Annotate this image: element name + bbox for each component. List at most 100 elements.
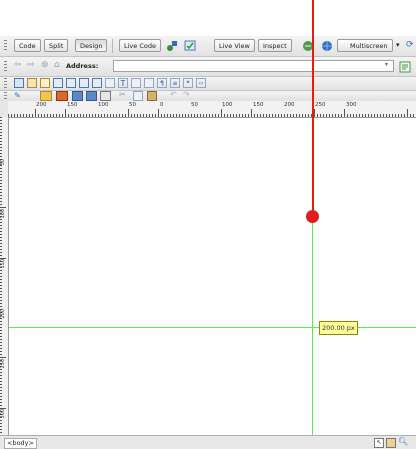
- toolbar-grip[interactable]: [4, 92, 7, 100]
- design-view-button[interactable]: Design: [75, 39, 108, 52]
- hand-tool-icon[interactable]: [386, 438, 396, 448]
- live-view-button[interactable]: Live View: [214, 39, 255, 52]
- check-page-icon[interactable]: [184, 40, 196, 52]
- table-icon[interactable]: [53, 78, 63, 88]
- ruler-tick: [0, 297, 2, 298]
- save-all-icon[interactable]: [86, 91, 97, 101]
- ruler-tick: [206, 114, 207, 117]
- ruler-tick: [0, 174, 2, 175]
- ruler-tick: [0, 171, 2, 172]
- tag-selector-body[interactable]: <body>: [4, 438, 37, 449]
- new-document-icon[interactable]: ✎: [14, 91, 21, 100]
- ruler-tick: [0, 207, 6, 208]
- ruler-tick: [68, 114, 69, 117]
- toolbar-grip[interactable]: [4, 61, 7, 72]
- chevron-down-icon[interactable]: ▾: [396, 41, 400, 49]
- ruler-tick: [242, 114, 243, 117]
- ruler-tick: [161, 114, 162, 117]
- ruler-tick: [50, 114, 51, 117]
- design-view-canvas[interactable]: [9, 118, 416, 435]
- div-icon[interactable]: [79, 78, 89, 88]
- back-arrow-icon[interactable]: ⇦: [14, 60, 22, 70]
- stop-icon[interactable]: ⊗: [41, 60, 49, 70]
- ruler-tick: [0, 246, 2, 247]
- list-icon[interactable]: [144, 78, 154, 88]
- multiscreen-button[interactable]: Multiscreen: [337, 39, 393, 52]
- zoom-tool-icon[interactable]: 🔍︎: [398, 437, 408, 446]
- pointer-tool-icon[interactable]: ↖: [374, 438, 384, 448]
- ruler-tick: [0, 369, 2, 370]
- ruler-tick: [0, 273, 2, 274]
- ruler-tick: [0, 378, 2, 379]
- ruler-tick: [0, 432, 2, 433]
- globe-icon[interactable]: [321, 40, 333, 52]
- inspect-button[interactable]: Inspect: [258, 39, 292, 52]
- ruler-label: 50: [0, 159, 6, 166]
- home-icon[interactable]: ⌂: [54, 60, 60, 70]
- ruler-tick: [56, 114, 57, 117]
- print-icon[interactable]: [100, 91, 111, 101]
- ruler-label: 150: [0, 259, 6, 269]
- blockquote-icon[interactable]: ❝: [183, 78, 193, 88]
- code-tag-icon[interactable]: ‹›: [196, 78, 206, 88]
- split-view-button[interactable]: Split: [44, 39, 69, 52]
- ruler-tick: [0, 351, 2, 352]
- browse-icon[interactable]: [56, 91, 68, 101]
- paste-icon[interactable]: [147, 91, 157, 101]
- file-activity-icon[interactable]: [166, 40, 178, 52]
- ruler-tick: [131, 114, 132, 117]
- annotation-dot: [306, 210, 319, 223]
- ruler-tick: [332, 114, 333, 117]
- ruler-label: 100: [98, 102, 109, 108]
- copy-icon[interactable]: [133, 91, 143, 101]
- ruler-tick: [38, 114, 39, 117]
- ruler-tick: [0, 252, 2, 253]
- ruler-tick: [86, 114, 87, 117]
- media-icon[interactable]: [40, 78, 50, 88]
- live-code-button[interactable]: Live Code: [119, 39, 161, 52]
- ruler-tick: [128, 109, 129, 117]
- ruler-tick: [338, 114, 339, 117]
- ruler-tick: [0, 168, 2, 169]
- ruler-tick: [260, 114, 261, 117]
- ruler-tick: [20, 114, 21, 117]
- ruler-tick: [0, 342, 2, 343]
- ruler-tick: [191, 114, 192, 117]
- ruler-tick: [0, 225, 2, 226]
- toolbar-grip[interactable]: [4, 78, 7, 89]
- undo-icon[interactable]: ↶: [170, 90, 177, 99]
- vertical-ruler[interactable]: 50 100 150 200 250 300: [0, 117, 9, 435]
- cut-icon[interactable]: ✂: [119, 90, 126, 99]
- ruler-tick: [0, 138, 2, 139]
- ruler-tick: [0, 300, 2, 301]
- toolbar-grip[interactable]: [4, 40, 7, 52]
- code-view-button[interactable]: Code: [14, 39, 41, 52]
- paragraph-icon[interactable]: ≡: [170, 78, 180, 88]
- address-input[interactable]: [113, 60, 394, 72]
- heading-icon[interactable]: ¶: [157, 78, 167, 88]
- text-icon[interactable]: T: [118, 78, 128, 88]
- forward-arrow-icon[interactable]: ⇨: [27, 60, 35, 70]
- redo-icon[interactable]: ↷: [183, 90, 190, 99]
- ruler-tick: [0, 294, 2, 295]
- ruler-tick: [257, 114, 258, 117]
- ruler-tick: [0, 393, 2, 394]
- ruler-tick: [77, 114, 78, 117]
- layout-icon[interactable]: [92, 78, 102, 88]
- anchor-icon[interactable]: [131, 78, 141, 88]
- hyperlink-icon[interactable]: [105, 78, 115, 88]
- status-bar: <body> ↖ 🔍︎: [0, 435, 416, 449]
- page-icon[interactable]: [14, 78, 24, 88]
- form-icon[interactable]: [66, 78, 76, 88]
- image-icon[interactable]: [27, 78, 37, 88]
- ruler-tick: [0, 291, 2, 292]
- save-icon[interactable]: [72, 91, 83, 101]
- refresh-icon[interactable]: ⟳: [406, 40, 414, 50]
- browser-options-icon[interactable]: [399, 61, 411, 73]
- ruler-tick: [0, 288, 2, 289]
- horizontal-ruler[interactable]: 200 150 100 50 0 50 100 150 200 250 300: [8, 101, 416, 118]
- ruler-tick: [0, 330, 2, 331]
- ruler-tick: [245, 114, 246, 117]
- open-folder-icon[interactable]: [40, 91, 52, 101]
- address-dropdown-chevron-icon[interactable]: ▾: [385, 61, 388, 68]
